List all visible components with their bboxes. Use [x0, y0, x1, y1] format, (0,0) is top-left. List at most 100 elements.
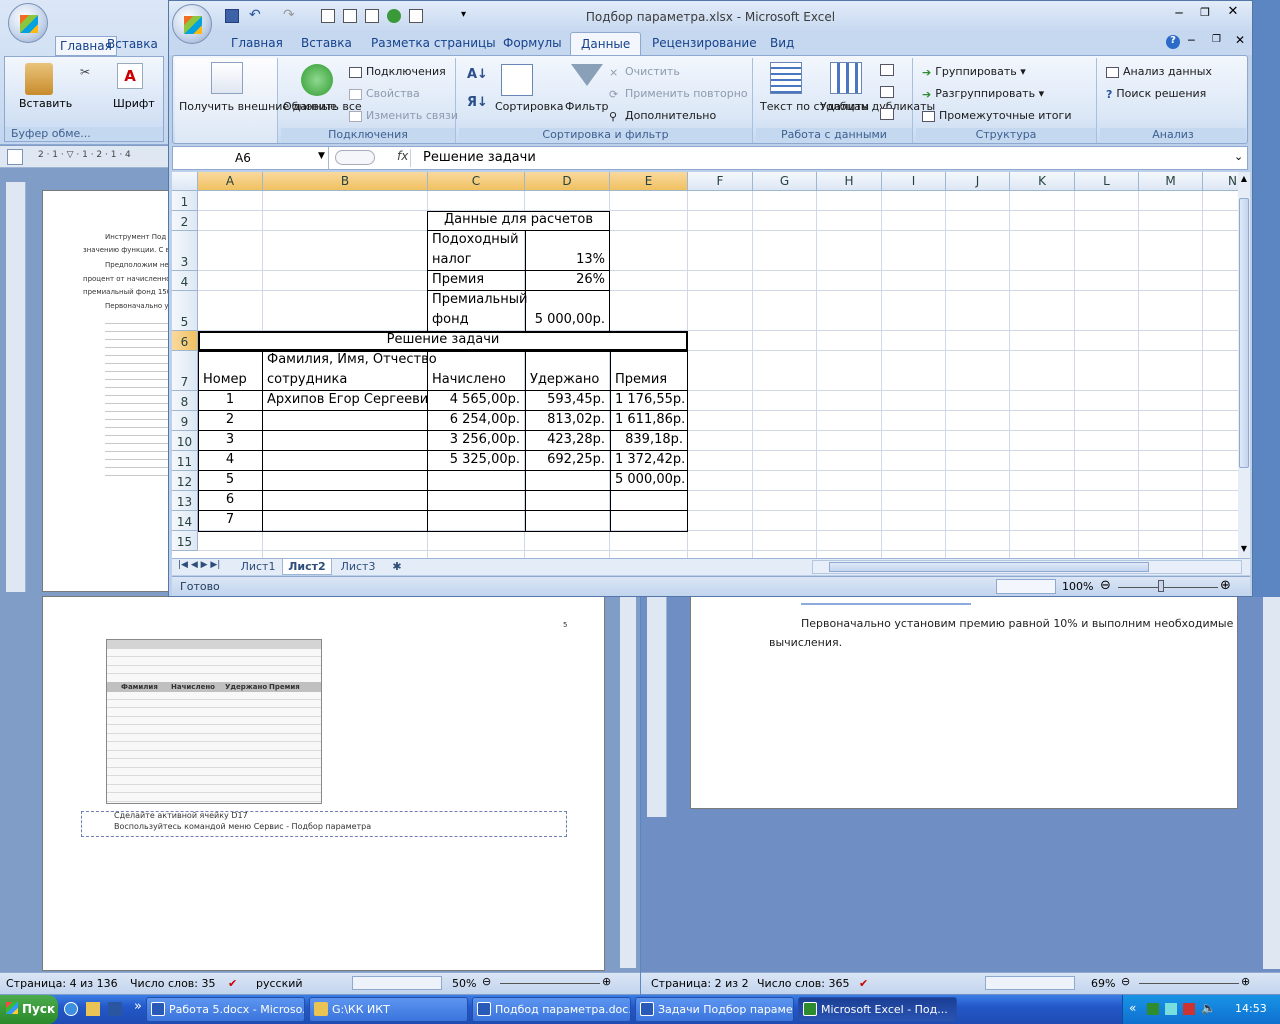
taskbar-item-word2[interactable]: Подбод параметра.doc... — [472, 997, 631, 1022]
column-header[interactable]: G — [753, 172, 817, 191]
column-header[interactable]: E — [610, 172, 688, 191]
cell-c5-line2[interactable]: фонд — [428, 312, 524, 330]
formula-expand-icon[interactable]: ⌄ — [1234, 150, 1243, 163]
data-analysis-button[interactable]: Анализ данных — [1106, 65, 1212, 78]
vscroll-thumb[interactable] — [1239, 198, 1249, 468]
zoom-level[interactable]: 100% — [1062, 580, 1093, 593]
word-right-vscroll[interactable] — [1263, 597, 1280, 969]
cell-accrued[interactable] — [428, 512, 524, 529]
tray-icon-3[interactable] — [1183, 1003, 1195, 1015]
scroll-down-icon[interactable]: ▼ — [1239, 544, 1249, 554]
row-header[interactable]: 15 — [172, 531, 198, 551]
excel-office-button[interactable] — [172, 4, 212, 44]
cell-withheld[interactable] — [526, 512, 609, 529]
cell-a7[interactable]: Номер — [199, 372, 261, 389]
group-button[interactable]: ➔ Группировать ▾ — [922, 65, 1026, 79]
taskbar-item-word3[interactable]: Задачи Подбор параме... — [635, 997, 794, 1022]
column-header[interactable]: M — [1139, 172, 1203, 191]
filter-button[interactable]: Фильтр — [565, 100, 609, 113]
column-header[interactable]: I — [882, 172, 946, 191]
cell-number[interactable]: 3 — [199, 432, 261, 449]
view-buttons[interactable] — [996, 579, 1056, 594]
ungroup-button[interactable]: ➔ Разгруппировать ▾ — [922, 87, 1044, 101]
tray-expand-icon[interactable]: « — [1129, 1001, 1136, 1015]
column-header[interactable]: F — [688, 172, 753, 191]
advanced-button[interactable]: ⚲ Дополнительно — [609, 109, 716, 123]
horizontal-scrollbar[interactable] — [812, 560, 1242, 574]
word-office-button[interactable] — [8, 3, 48, 43]
vertical-scrollbar[interactable]: ▲ ▼ — [1238, 172, 1250, 558]
word-left-page[interactable]: Страница: 4 из 136 — [6, 977, 118, 990]
cell-accrued[interactable] — [428, 492, 524, 509]
word-left-zoom[interactable]: 50% — [452, 977, 476, 990]
cell-withheld[interactable]: 813,02р. — [526, 412, 609, 429]
column-header[interactable]: K — [1010, 172, 1075, 191]
sheet-tab-2[interactable]: Лист2 — [282, 559, 332, 575]
cell-withheld[interactable]: 692,25р. — [526, 452, 609, 469]
remove-duplicates-button[interactable]: Удалить дубликаты — [820, 100, 935, 113]
cell-c3-line2[interactable]: налог — [428, 252, 524, 270]
scroll-up-icon[interactable]: ▲ — [1239, 174, 1249, 184]
reapply-button[interactable]: ⟳ Применить повторно — [609, 87, 748, 101]
tab-review[interactable]: Рецензирование — [652, 36, 757, 50]
cell-withheld[interactable]: 593,45р. — [526, 392, 609, 409]
row-header[interactable]: 12 — [172, 471, 198, 491]
hscroll-thumb[interactable] — [829, 562, 1149, 572]
word-right-page-status[interactable]: Страница: 2 из 2 — [651, 977, 749, 990]
sheet-nav-icons[interactable]: |◀ ◀ ▶ ▶| — [178, 560, 220, 570]
refresh-all-button[interactable]: Обновить все — [283, 100, 362, 113]
zoom-thumb[interactable] — [1158, 580, 1164, 592]
volume-icon[interactable]: 🔈 — [1201, 1001, 1216, 1015]
cell-bonus[interactable]: 1 372,42р. — [611, 452, 687, 469]
start-button[interactable]: Пуск — [0, 995, 58, 1024]
insert-function-button[interactable]: fx — [397, 149, 408, 163]
taskbar-item-folder[interactable]: G:\КК ИКТ — [309, 997, 468, 1022]
ribbon-close-icon[interactable]: ✕ — [1235, 33, 1245, 47]
zoom-out-icon-right[interactable]: ⊖ — [1121, 975, 1130, 988]
spellcheck-icon[interactable]: ✔ — [228, 977, 237, 990]
word-font-label[interactable]: Шрифт — [113, 97, 155, 110]
cell-c3-line1[interactable]: Подоходный — [428, 232, 524, 250]
tab-formulas[interactable]: Формулы — [503, 36, 562, 50]
excel-zoom-out-icon[interactable]: ⊖ — [1100, 578, 1111, 593]
validation-icon[interactable] — [880, 64, 894, 76]
close-icon[interactable]: ✕ — [1220, 4, 1246, 22]
more-icon[interactable]: » — [134, 999, 142, 1014]
word-left-lang[interactable]: русский — [256, 977, 303, 990]
word-left-words[interactable]: Число слов: 35 — [130, 977, 216, 990]
row-header[interactable]: 1 — [172, 191, 198, 211]
formula-bar-handle[interactable] — [335, 150, 375, 165]
word-paste-label[interactable]: Вставить — [19, 97, 72, 110]
excel-zoom-in-icon[interactable]: ⊕ — [1220, 578, 1231, 593]
tab-home[interactable]: Главная — [231, 36, 283, 50]
restore-icon[interactable]: ❐ — [1194, 6, 1216, 22]
properties-button[interactable]: Свойства — [349, 87, 420, 100]
row-header[interactable]: 7 — [172, 351, 198, 391]
cell-bonus[interactable]: 839,18р. — [611, 432, 687, 449]
word-right-words[interactable]: Число слов: 365 — [757, 977, 850, 990]
tray-icon-1[interactable] — [1147, 1003, 1159, 1015]
column-header[interactable]: N — [1203, 172, 1238, 191]
cell-b7-line1[interactable]: Фамилия, Имя, Отчество — [263, 352, 437, 370]
sheet-tab-3[interactable]: Лист3 — [334, 559, 382, 575]
row-header[interactable]: 8 — [172, 391, 198, 411]
word-right-zoom[interactable]: 69% — [1091, 977, 1115, 990]
row-header[interactable]: 11 — [172, 451, 198, 471]
formula-input[interactable]: Решение задачи — [423, 150, 536, 165]
cell-accrued[interactable]: 3 256,00р. — [428, 432, 524, 449]
zoom-in-icon-right[interactable]: ⊕ — [1241, 975, 1250, 988]
column-header[interactable]: B — [263, 172, 428, 191]
column-header[interactable]: J — [946, 172, 1010, 191]
namebox-dropdown-icon[interactable]: ▼ — [318, 151, 325, 161]
zoom-out-icon[interactable]: ⊖ — [482, 975, 491, 988]
connections-button[interactable]: Подключения — [349, 65, 446, 78]
column-header[interactable]: H — [817, 172, 882, 191]
row-header[interactable]: 9 — [172, 411, 198, 431]
select-all-corner[interactable] — [172, 172, 198, 191]
row-header[interactable]: 10 — [172, 431, 198, 451]
get-external-button[interactable]: Получить внешние данные — [179, 100, 337, 113]
ribbon-minimize-icon[interactable]: ─ — [1188, 34, 1195, 47]
cell-c4[interactable]: Премия — [428, 272, 524, 290]
scissors-icon[interactable]: ✂ — [80, 65, 90, 79]
column-header[interactable]: D — [525, 172, 610, 191]
